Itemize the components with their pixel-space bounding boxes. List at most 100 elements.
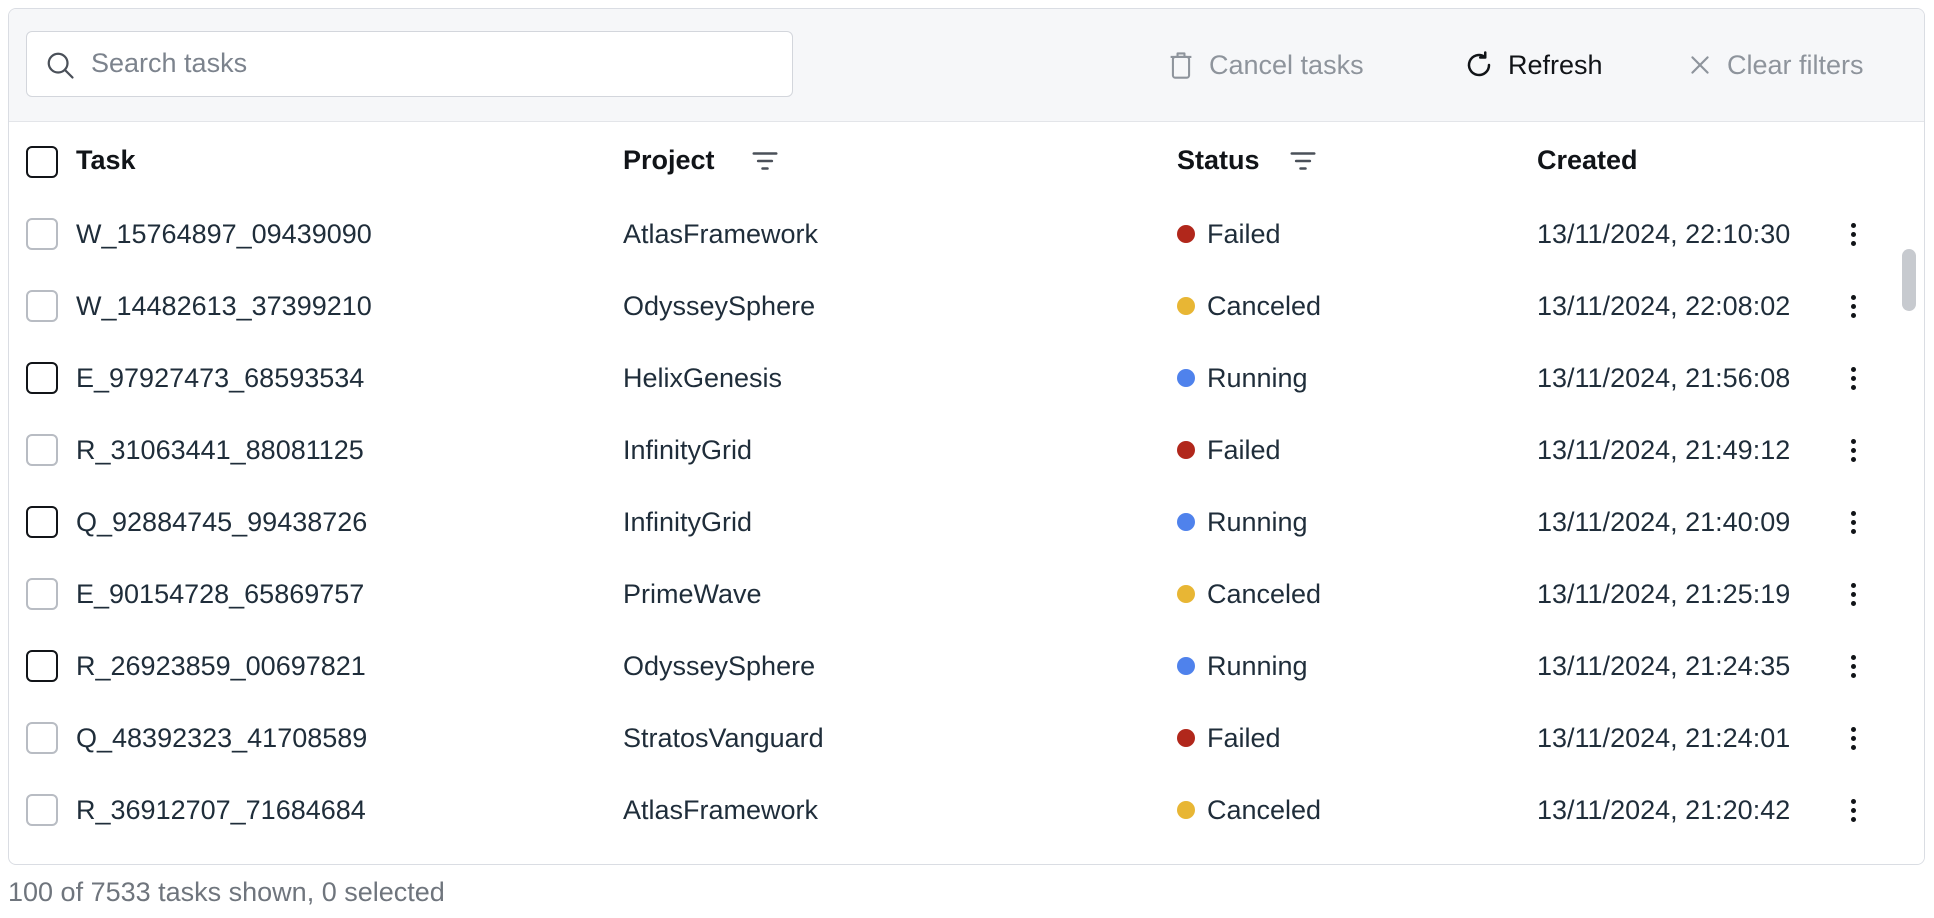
search-box[interactable] (26, 31, 793, 97)
status-label: Canceled (1207, 291, 1322, 321)
row-checkbox[interactable] (26, 722, 58, 754)
status-dot-icon (1177, 513, 1195, 531)
more-options-icon[interactable] (1843, 362, 1863, 394)
task-name[interactable]: Q_48392323_41708589 (76, 722, 367, 754)
task-name[interactable]: W_14482613_37399210 (76, 290, 372, 322)
more-options-icon[interactable] (1843, 722, 1863, 754)
refresh-button[interactable]: Refresh (1464, 35, 1603, 95)
row-checkbox[interactable] (26, 362, 58, 394)
task-name[interactable]: Q_92884745_99438726 (76, 506, 367, 538)
tasks-table: Task Project Status Created W_15764897_0… (9, 121, 1924, 864)
status-cell: Failed (1177, 434, 1281, 466)
created-timestamp: 13/11/2024, 21:24:35 (1537, 651, 1791, 681)
created-timestamp: 13/11/2024, 21:25:19 (1537, 579, 1791, 609)
created-timestamp: 13/11/2024, 21:20:42 (1537, 795, 1791, 825)
status-dot-icon (1177, 369, 1195, 387)
status-cell: Canceled (1177, 578, 1321, 610)
more-options-icon[interactable] (1843, 218, 1863, 250)
project-name: PrimeWave (623, 579, 762, 609)
clear-filters-label: Clear filters (1727, 49, 1864, 80)
project-name: InfinityGrid (623, 435, 753, 465)
trash-icon (1170, 52, 1192, 79)
table-summary: 100 of 7533 tasks shown, 0 selected (8, 877, 445, 907)
refresh-label: Refresh (1508, 49, 1603, 80)
status-cell: Running (1177, 506, 1308, 538)
table-row[interactable]: Q_48392323_41708589 StratosVanguard Failed… (9, 702, 1894, 774)
status-dot-icon (1177, 225, 1195, 243)
column-header-created[interactable]: Created (1537, 144, 1638, 176)
clear-filters-button[interactable]: Clear filters (1687, 35, 1864, 95)
tasks-panel: Cancel tasks Refresh Clear filters Task … (8, 8, 1925, 865)
created-timestamp: 13/11/2024, 22:10:30 (1537, 219, 1791, 249)
task-name[interactable]: W_15764897_09439090 (76, 218, 372, 250)
row-checkbox[interactable] (26, 218, 58, 250)
project-filter-icon[interactable] (750, 146, 780, 176)
status-filter-icon[interactable] (1288, 146, 1318, 176)
row-checkbox[interactable] (26, 290, 58, 322)
close-icon (1691, 56, 1709, 74)
status-cell: Canceled (1177, 290, 1321, 322)
status-label: Running (1207, 507, 1308, 537)
status-label: Running (1207, 651, 1308, 681)
table-row[interactable]: E_97927473_68593534 HelixGenesis Running 13… (9, 342, 1894, 414)
project-name: InfinityGrid (623, 507, 753, 537)
status-label: Failed (1207, 435, 1281, 465)
column-header-task[interactable]: Task (76, 144, 136, 176)
toolbar: Cancel tasks Refresh Clear filters (9, 9, 1924, 122)
status-label: Canceled (1207, 579, 1322, 609)
row-checkbox[interactable] (26, 650, 58, 682)
table-header: Task Project Status Created (9, 126, 1894, 198)
select-all-checkbox[interactable] (26, 146, 58, 178)
status-label: Running (1207, 363, 1308, 393)
vertical-scrollbar[interactable] (1894, 233, 1924, 864)
table-row[interactable]: Q_92884745_99438726 InfinityGrid Running 13… (9, 486, 1894, 558)
column-header-status[interactable]: Status (1177, 144, 1260, 176)
table-row[interactable]: W_15764897_09439090 AtlasFramework Failed 1… (9, 198, 1894, 270)
status-label: Failed (1207, 219, 1281, 249)
created-timestamp: 13/11/2024, 21:24:01 (1537, 723, 1791, 753)
cancel-tasks-button[interactable]: Cancel tasks (1167, 35, 1364, 95)
table-row[interactable]: R_26923859_00697821 OdysseySphere Running 1… (9, 630, 1894, 702)
row-checkbox[interactable] (26, 506, 58, 538)
project-name: AtlasFramework (623, 219, 819, 249)
refresh-icon (1467, 51, 1491, 77)
status-dot-icon (1177, 729, 1195, 747)
status-dot-icon (1177, 441, 1195, 459)
search-input[interactable] (91, 32, 771, 95)
status-cell: Failed (1177, 218, 1281, 250)
more-options-icon[interactable] (1843, 794, 1863, 826)
task-name[interactable]: R_26923859_00697821 (76, 650, 366, 682)
table-row[interactable]: R_36912707_71684684 AtlasFramework Cancele… (9, 774, 1894, 846)
status-label: Failed (1207, 723, 1281, 753)
more-options-icon[interactable] (1843, 434, 1863, 466)
column-header-project[interactable]: Project (623, 144, 715, 176)
row-checkbox[interactable] (26, 578, 58, 610)
status-dot-icon (1177, 657, 1195, 675)
more-options-icon[interactable] (1843, 578, 1863, 610)
table-row[interactable]: R_31063441_88081125 InfinityGrid Failed 13/… (9, 414, 1894, 486)
task-name[interactable]: R_31063441_88081125 (76, 434, 364, 466)
row-checkbox[interactable] (26, 434, 58, 466)
created-timestamp: 13/11/2024, 22:08:02 (1537, 291, 1791, 321)
row-checkbox[interactable] (26, 794, 58, 826)
table-row[interactable]: E_90154728_65869757 PrimeWave Canceled 13/1… (9, 558, 1894, 630)
more-options-icon[interactable] (1843, 650, 1863, 682)
project-name: OdysseySphere (623, 291, 816, 321)
table-row[interactable]: W_14482613_37399210 OdysseySphere Canceled… (9, 270, 1894, 342)
status-cell: Failed (1177, 722, 1281, 754)
scrollbar-thumb[interactable] (1902, 249, 1916, 311)
task-name[interactable]: R_36912707_71684684 (76, 794, 366, 826)
more-options-icon[interactable] (1843, 506, 1863, 538)
created-timestamp: 13/11/2024, 21:40:09 (1537, 507, 1791, 537)
status-cell: Running (1177, 362, 1308, 394)
status-dot-icon (1177, 801, 1195, 819)
more-options-icon[interactable] (1843, 290, 1863, 322)
search-icon (47, 52, 74, 79)
project-name: HelixGenesis (623, 363, 783, 393)
cancel-tasks-label: Cancel tasks (1209, 49, 1364, 80)
status-cell: Running (1177, 650, 1308, 682)
status-label: Canceled (1207, 795, 1322, 825)
task-name[interactable]: E_97927473_68593534 (76, 362, 364, 394)
task-name[interactable]: E_90154728_65869757 (76, 578, 364, 610)
project-name: OdysseySphere (623, 651, 816, 681)
